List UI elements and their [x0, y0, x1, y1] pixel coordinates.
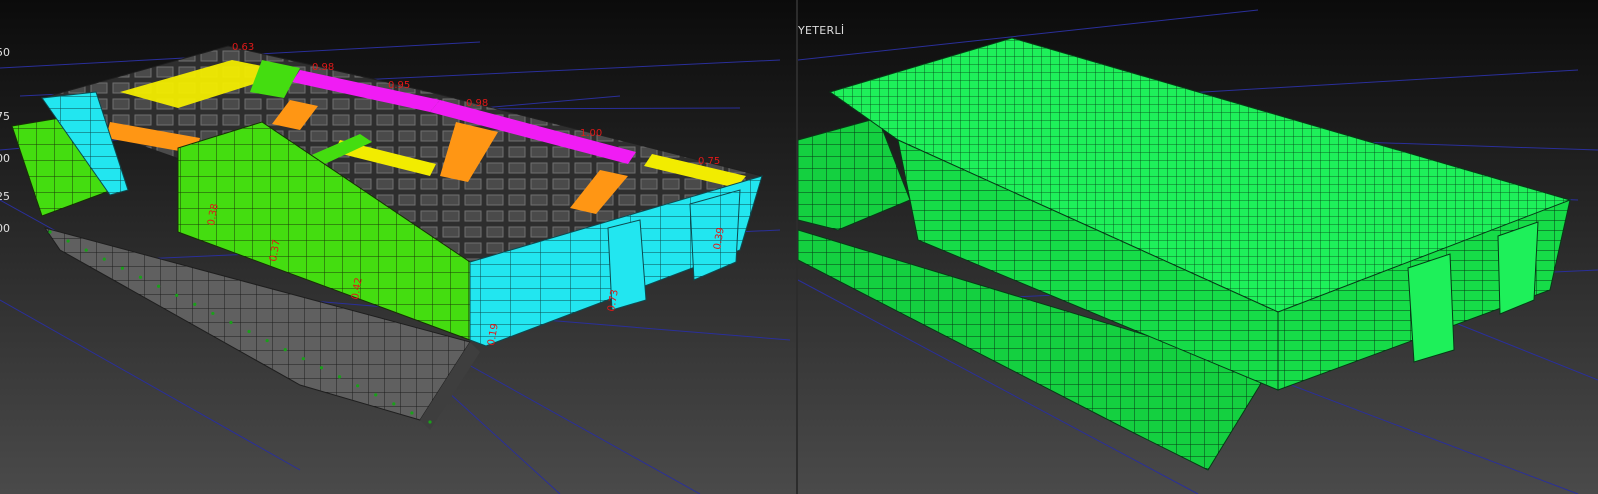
- support-marker: [229, 320, 233, 325]
- support-marker: [120, 266, 124, 270]
- support-marker: [138, 275, 143, 279]
- left-viewport[interactable]: 0.63 0.98 0.95 0.98 1.00 0.75 0.39 0.42 …: [0, 0, 796, 494]
- support-marker: [84, 248, 88, 252]
- support-marker: [283, 348, 287, 352]
- ratio-label: 0.63: [232, 42, 254, 53]
- right-viewport[interactable]: YETERLİ: [798, 0, 1598, 494]
- support-marker: [392, 402, 396, 406]
- status-label: YETERLİ: [798, 24, 845, 37]
- ratio-label: 0.98: [312, 62, 334, 73]
- legend-tick: 25: [0, 190, 10, 203]
- support-marker: [428, 420, 432, 424]
- support-marker: [374, 393, 378, 397]
- legend-tick: 75: [0, 110, 10, 123]
- wall-pilaster-2: [1497, 221, 1539, 315]
- left-structure-render[interactable]: 0.63 0.98 0.95 0.98 1.00 0.75 0.39 0.42 …: [0, 0, 796, 494]
- support-marker: [265, 338, 269, 343]
- support-marker: [193, 302, 197, 306]
- support-marker: [410, 411, 414, 415]
- ratio-label: 0.95: [388, 80, 410, 91]
- support-marker: [156, 284, 161, 288]
- support-marker: [247, 329, 251, 334]
- ratio-label: 0.98: [466, 98, 488, 109]
- support-marker: [337, 375, 342, 379]
- right-structure-render[interactable]: [798, 0, 1598, 494]
- legend-tick: 50: [0, 46, 10, 59]
- support-marker: [48, 230, 52, 234]
- support-marker: [319, 366, 324, 370]
- support-marker: [356, 384, 360, 388]
- legend-tick: 00: [0, 152, 10, 165]
- legend-tick: 00: [0, 222, 10, 235]
- support-marker: [102, 257, 106, 261]
- support-marker: [211, 311, 215, 316]
- support-marker: [301, 357, 305, 361]
- ratio-label: 0.75: [698, 156, 720, 167]
- wall-pilaster: [1407, 253, 1455, 363]
- support-marker: [66, 239, 70, 243]
- support-marker: [175, 293, 179, 297]
- ratio-label: 1.00: [580, 128, 602, 139]
